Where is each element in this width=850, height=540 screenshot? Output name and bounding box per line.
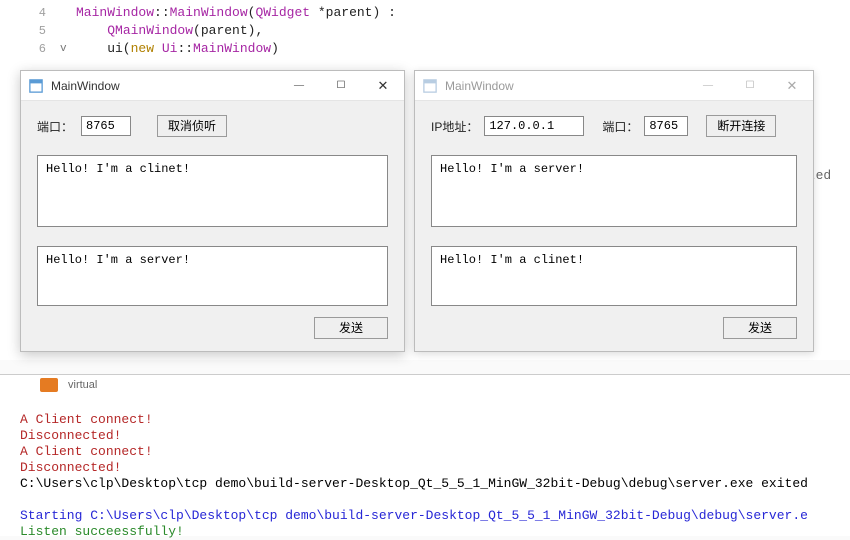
listen-toggle-button[interactable]: 取消侦听 (157, 115, 227, 137)
port-label: 端口： (37, 118, 73, 135)
code-line: 5 QMainWindow(parent), (0, 22, 850, 40)
send-button[interactable]: 发送 (723, 317, 797, 339)
ip-label: IP地址： (431, 118, 478, 135)
console-line: A Client connect! (20, 412, 153, 427)
close-button[interactable]: ✕ (362, 71, 404, 101)
console-line: Disconnected! (20, 428, 121, 443)
received-messages[interactable] (431, 155, 797, 227)
minimize-button[interactable]: — (278, 71, 320, 101)
maximize-button[interactable]: ☐ (320, 71, 362, 101)
connection-toggle-button[interactable]: 断开连接 (706, 115, 776, 137)
warning-badge-icon (40, 378, 58, 392)
toolbar-stub-label: virtual (68, 379, 97, 391)
application-output: A Client connect! Disconnected! A Client… (20, 396, 808, 540)
console-line: Starting C:\Users\clp\Desktop\tcp demo\b… (20, 508, 808, 523)
ip-input[interactable] (484, 116, 584, 136)
console-line: C:\Users\clp\Desktop\tcp demo\build-serv… (20, 476, 808, 491)
port-label: 端口： (602, 118, 638, 135)
outgoing-message-input[interactable] (431, 246, 797, 306)
window-app-icon (21, 79, 51, 93)
console-line: A Client connect! (20, 444, 153, 459)
minimize-button[interactable]: — (687, 71, 729, 101)
window-title: MainWindow (51, 79, 278, 93)
console-toolbar: virtual (40, 378, 97, 392)
titlebar[interactable]: MainWindow — ☐ ✕ (21, 71, 404, 101)
titlebar[interactable]: MainWindow — ☐ ✕ (415, 71, 813, 101)
code-line: 6v ui(new Ui::MainWindow) (0, 40, 850, 58)
port-input[interactable] (644, 116, 688, 136)
close-button[interactable]: ✕ (771, 71, 813, 101)
port-input[interactable] (81, 116, 131, 136)
client-window: MainWindow — ☐ ✕ IP地址： 端口： 断开连接 发送 (414, 70, 814, 352)
received-messages[interactable] (37, 155, 388, 227)
code-line: 4MainWindow::MainWindow(QWidget *parent)… (0, 4, 850, 22)
maximize-button[interactable]: ☐ (729, 71, 771, 101)
console-line: Listen succeessfully! (20, 524, 184, 539)
send-button[interactable]: 发送 (314, 317, 388, 339)
window-title: MainWindow (445, 79, 687, 93)
server-window: MainWindow — ☐ ✕ 端口： 取消侦听 发送 (20, 70, 405, 352)
window-app-icon (415, 79, 445, 93)
console-line: Disconnected! (20, 460, 121, 475)
outgoing-message-input[interactable] (37, 246, 388, 306)
